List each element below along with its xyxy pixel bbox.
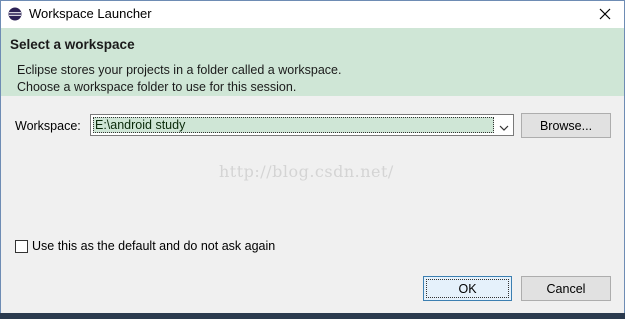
banner-title: Select a workspace — [10, 37, 135, 52]
watermark-text: http://blog.csdn.net/ — [219, 162, 394, 181]
workspace-path-value[interactable]: E:\android study — [95, 117, 185, 133]
background-strip — [0, 313, 625, 319]
header-banner: Select a workspace Eclipse stores your p… — [1, 28, 624, 96]
default-checkbox[interactable] — [15, 240, 28, 253]
title-bar[interactable]: Workspace Launcher — [1, 1, 624, 28]
workspace-combobox[interactable]: E:\android study — [90, 114, 514, 136]
default-checkbox-label[interactable]: Use this as the default and do not ask a… — [32, 239, 275, 253]
ok-focus-ring — [426, 279, 509, 298]
cancel-button[interactable]: Cancel — [521, 276, 611, 301]
banner-description-line-1: Eclipse stores your projects in a folder… — [17, 63, 342, 77]
chevron-down-icon[interactable] — [499, 121, 509, 135]
banner-description-line-2: Choose a workspace folder to use for thi… — [17, 80, 297, 94]
eclipse-icon — [8, 7, 22, 21]
ok-button[interactable]: OK — [423, 276, 512, 301]
workspace-launcher-dialog: Workspace Launcher Select a workspace Ec… — [0, 0, 625, 319]
window-title: Workspace Launcher — [29, 6, 152, 21]
browse-button[interactable]: Browse... — [521, 113, 611, 138]
close-icon[interactable] — [594, 4, 616, 24]
workspace-label: Workspace: — [15, 119, 81, 133]
